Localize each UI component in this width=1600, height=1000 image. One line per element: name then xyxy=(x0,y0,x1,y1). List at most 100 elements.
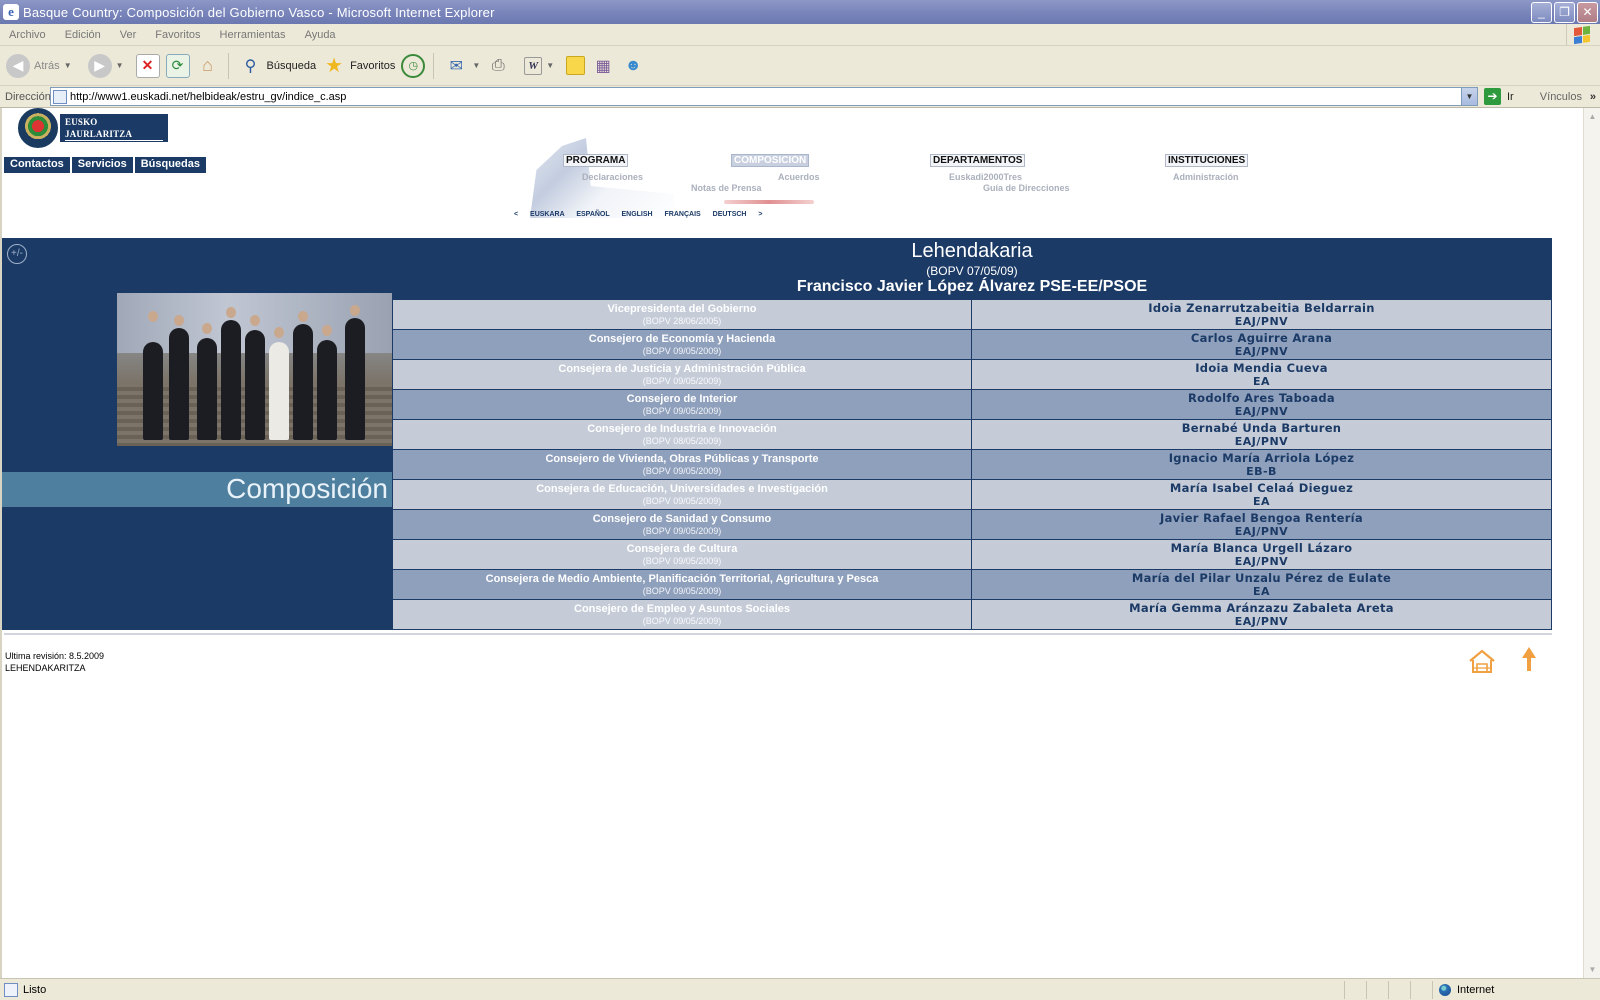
menu-edicion[interactable]: Edición xyxy=(56,29,111,41)
menu-favoritos[interactable]: Favoritos xyxy=(146,29,210,41)
member-name[interactable]: Javier Rafael Bengoa Rentería xyxy=(1160,511,1363,525)
forward-button[interactable]: ▶ ▼ xyxy=(87,51,124,81)
member-name[interactable]: Idoia Mendia Cueva xyxy=(1195,361,1328,375)
red-underline-decoration xyxy=(724,200,814,204)
mail-button[interactable]: ✉ ▼ xyxy=(444,51,481,81)
links-label[interactable]: Vínculos xyxy=(1540,91,1582,103)
menu-herramientas[interactable]: Herramientas xyxy=(211,29,296,41)
cargo-name[interactable]: Consejero de Interior xyxy=(627,393,738,406)
stop-button[interactable]: ✕ xyxy=(135,51,160,81)
member-name[interactable]: Bernabé Unda Barturen xyxy=(1182,421,1342,435)
table-row: Consejero de Vivienda, Obras Públicas y … xyxy=(392,450,1552,480)
member-name[interactable]: Idoia Zenarrutzabeitia Beldarrain xyxy=(1148,301,1375,315)
cargo-bopv: (BOPV 09/05/2009) xyxy=(642,555,722,566)
subnav-administracion[interactable]: Administración xyxy=(1173,172,1239,182)
menu-ayuda[interactable]: Ayuda xyxy=(296,29,346,41)
edit-button[interactable]: W ▼ xyxy=(524,51,554,81)
lehendakari-name: Francisco Javier López Álvarez PSE-EE/PS… xyxy=(796,278,1148,295)
cargo-name[interactable]: Consejero de Vivienda, Obras Públicas y … xyxy=(545,453,818,466)
member-name[interactable]: Ignacio María Arriola López xyxy=(1169,451,1355,465)
links-chevron-icon[interactable]: » xyxy=(1590,91,1596,103)
subnav-acuerdos[interactable]: Acuerdos xyxy=(778,172,820,182)
footer-divider xyxy=(4,633,1552,635)
member-name[interactable]: Carlos Aguirre Arana xyxy=(1191,331,1332,345)
messenger-button[interactable]: ☻ xyxy=(621,51,645,81)
address-url[interactable]: http://www1.euskadi.net/helbideak/estru_… xyxy=(70,91,1461,103)
nav-departamentos[interactable]: DEPARTAMENTOS xyxy=(929,154,1026,167)
member-name[interactable]: María Isabel Celaá Dieguez xyxy=(1170,481,1353,495)
research-button[interactable]: ▦ xyxy=(591,51,615,81)
edit-dropdown-icon[interactable]: ▼ xyxy=(546,61,554,70)
menu-archivo[interactable]: Archivo xyxy=(0,29,56,41)
nav-busquedas[interactable]: Búsquedas xyxy=(134,157,208,173)
up-arrow-icon[interactable] xyxy=(1521,646,1537,672)
nav-servicios[interactable]: Servicios xyxy=(71,157,135,173)
go-button[interactable]: ➔ Ir xyxy=(1484,88,1514,105)
refresh-button[interactable]: ⟳ xyxy=(165,51,190,81)
back-dropdown-icon[interactable]: ▼ xyxy=(64,61,72,70)
gobierno-vasco-logo[interactable]: EUSKO JAURLARITZA GOBIERNO VASCO xyxy=(18,108,168,153)
scroll-up-icon[interactable]: ▲ xyxy=(1586,110,1599,123)
member-party: EA xyxy=(1252,374,1271,388)
cargo-name[interactable]: Consejero de Economía y Hacienda xyxy=(589,333,775,346)
cargo-bopv: (BOPV 09/05/2009) xyxy=(642,525,722,536)
cargo-name[interactable]: Consejero de Industria e Innovación xyxy=(587,423,776,436)
subnav-notas-prensa[interactable]: Notas de Prensa xyxy=(691,183,762,193)
language-selector[interactable]: < EUSKARA ESPAÑOL ENGLISH FRANÇAIS DEUTS… xyxy=(514,211,763,218)
vertical-scrollbar[interactable]: ▲ ▼ xyxy=(1583,108,1600,978)
search-label: Búsqueda xyxy=(266,59,317,72)
close-button[interactable]: ✕ xyxy=(1577,1,1598,23)
cargo-name[interactable]: Vicepresidenta del Gobierno xyxy=(608,303,757,316)
print-button[interactable]: ⎙ xyxy=(486,51,510,81)
menu-ver[interactable]: Ver xyxy=(111,29,147,41)
discuss-button[interactable] xyxy=(566,51,586,81)
nav-programa[interactable]: PROGRAMA xyxy=(562,154,629,167)
research-icon: ▦ xyxy=(595,57,611,75)
cargo-name[interactable]: Consejero de Sanidad y Consumo xyxy=(593,513,771,526)
cargo-name[interactable]: Consejero de Empleo y Asuntos Sociales xyxy=(574,603,790,616)
forward-dropdown-icon[interactable]: ▼ xyxy=(116,61,124,70)
cargo-name[interactable]: Consejera de Cultura xyxy=(627,543,738,556)
star-icon: ★ xyxy=(325,55,344,77)
standard-toolbar: ◀ Atrás ▼ ▶ ▼ ✕ ⟳ ⌂ ⚲ Búsqueda ★ Favorit… xyxy=(0,46,1600,86)
subnav-declaraciones[interactable]: Declaraciones xyxy=(582,172,643,182)
history-button[interactable]: ◷ xyxy=(401,51,426,81)
subnav-guia-direcciones[interactable]: Guía de Direcciones xyxy=(983,183,1070,193)
member-cell: Idoia Mendia Cueva EA xyxy=(971,360,1552,389)
cargo-name[interactable]: Consejera de Medio Ambiente, Planificaci… xyxy=(486,573,879,586)
search-button[interactable]: ⚲ Búsqueda xyxy=(239,51,317,81)
lehendakaria-bopv: (BOPV 07/05/09) xyxy=(926,264,1018,278)
back-button[interactable]: ◀ Atrás ▼ xyxy=(6,51,72,81)
ie-app-icon: e xyxy=(3,4,19,20)
status-text: Listo xyxy=(23,983,47,996)
scroll-down-icon[interactable]: ▼ xyxy=(1586,963,1599,976)
home-icon[interactable] xyxy=(1468,648,1496,674)
minimize-button[interactable]: _ xyxy=(1531,1,1552,23)
windows-logo-icon xyxy=(1566,24,1596,46)
favorites-button[interactable]: ★ Favoritos xyxy=(322,51,395,81)
subnav-euskadi2000tres[interactable]: Euskadi2000Tres xyxy=(949,172,1022,182)
member-name[interactable]: Rodolfo Ares Taboada xyxy=(1188,391,1335,405)
nav-contactos[interactable]: Contactos xyxy=(4,157,72,173)
maximize-button[interactable]: ❐ xyxy=(1554,1,1575,23)
member-name[interactable]: María Blanca Urgell Lázaro xyxy=(1171,541,1353,555)
home-button[interactable]: ⌂ xyxy=(196,51,220,81)
cargo-cell: Consejero de Interior (BOPV 09/05/2009) xyxy=(392,390,971,419)
cargo-name[interactable]: Consejera de Educación, Universidades e … xyxy=(536,483,828,496)
note-icon xyxy=(566,56,586,75)
photo-head xyxy=(322,325,332,336)
nav-instituciones[interactable]: INSTITUCIONES xyxy=(1164,154,1249,167)
address-dropdown-icon[interactable]: ▼ xyxy=(1461,88,1477,105)
member-party: EAJ/PNV xyxy=(1234,314,1289,328)
cargo-name[interactable]: Consejera de Justicia y Administración P… xyxy=(558,363,805,376)
member-party: EA xyxy=(1252,494,1271,508)
forward-arrow-icon: ▶ xyxy=(87,53,112,78)
member-name[interactable]: María del Pilar Unzalu Pérez de Eulate xyxy=(1132,571,1391,585)
nav-composicion[interactable]: COMPOSICIÓN xyxy=(730,154,810,167)
member-cell: María Isabel Celaá Dieguez EA xyxy=(971,480,1552,509)
address-field[interactable]: http://www1.euskadi.net/helbideak/estru_… xyxy=(50,87,1478,106)
photo-person xyxy=(197,338,217,440)
expand-toggle-icon[interactable]: +/- xyxy=(7,244,27,264)
mail-dropdown-icon[interactable]: ▼ xyxy=(472,61,480,70)
member-name[interactable]: María Gemma Aránzazu Zabaleta Areta xyxy=(1129,601,1394,615)
